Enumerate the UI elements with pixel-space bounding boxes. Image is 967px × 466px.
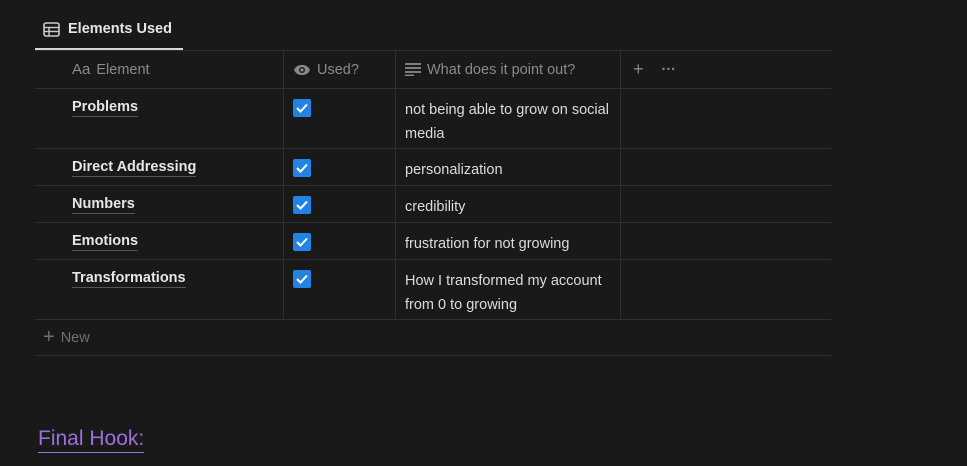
element-name[interactable]: Numbers [72,196,135,214]
table-row: Transformations How I transformed my acc… [35,260,831,320]
empty-cell[interactable] [621,186,831,222]
point-text[interactable]: frustration for not growing [405,223,569,259]
eye-icon [294,64,310,75]
table-icon [43,21,60,37]
text-lines-icon [405,63,421,76]
database-table: Aa Element Used? What does it point out? … [35,50,831,356]
empty-cell[interactable] [621,223,831,259]
more-options-button[interactable]: ··· [662,62,677,78]
empty-cell[interactable] [621,260,831,319]
empty-cell[interactable] [621,149,831,185]
new-row-button[interactable]: + New [35,320,831,356]
used-checkbox[interactable] [293,99,311,117]
table-row: Numbers credibility [35,186,831,223]
table-row: Problems not being able to grow on socia… [35,89,831,149]
table-row: Direct Addressing personalization [35,149,831,186]
used-checkbox[interactable] [293,233,311,251]
element-name[interactable]: Problems [72,99,139,117]
plus-icon: + [43,326,55,348]
point-text[interactable]: personalization [405,149,503,185]
add-column-button[interactable]: + [633,59,644,80]
header-row: Aa Element Used? What does it point out? … [35,51,831,89]
checkmark-icon [296,237,308,247]
checkmark-icon [296,274,308,284]
point-text[interactable]: credibility [405,186,465,222]
point-text[interactable]: How I transformed my account from 0 to g… [405,260,611,319]
text-type-icon: Aa [72,61,91,78]
element-name[interactable]: Direct Addressing [72,159,197,177]
checkmark-icon [296,103,308,113]
element-name[interactable]: Transformations [72,270,186,288]
point-text[interactable]: not being able to grow on social media [405,89,611,148]
element-name[interactable]: Emotions [72,233,139,251]
used-checkbox[interactable] [293,159,311,177]
checkmark-icon [296,200,308,210]
column-header-element[interactable]: Aa Element [35,51,284,88]
column-header-point[interactable]: What does it point out? [396,51,621,88]
used-checkbox[interactable] [293,270,311,288]
final-hook-heading: Final Hook: [38,426,145,453]
tab-elements-used[interactable]: Elements Used [35,10,183,50]
empty-cell[interactable] [621,89,831,148]
table-row: Emotions frustration for not growing [35,223,831,260]
column-header-used[interactable]: Used? [284,51,396,88]
used-checkbox[interactable] [293,196,311,214]
tab-label: Elements Used [68,21,172,37]
checkmark-icon [296,163,308,173]
